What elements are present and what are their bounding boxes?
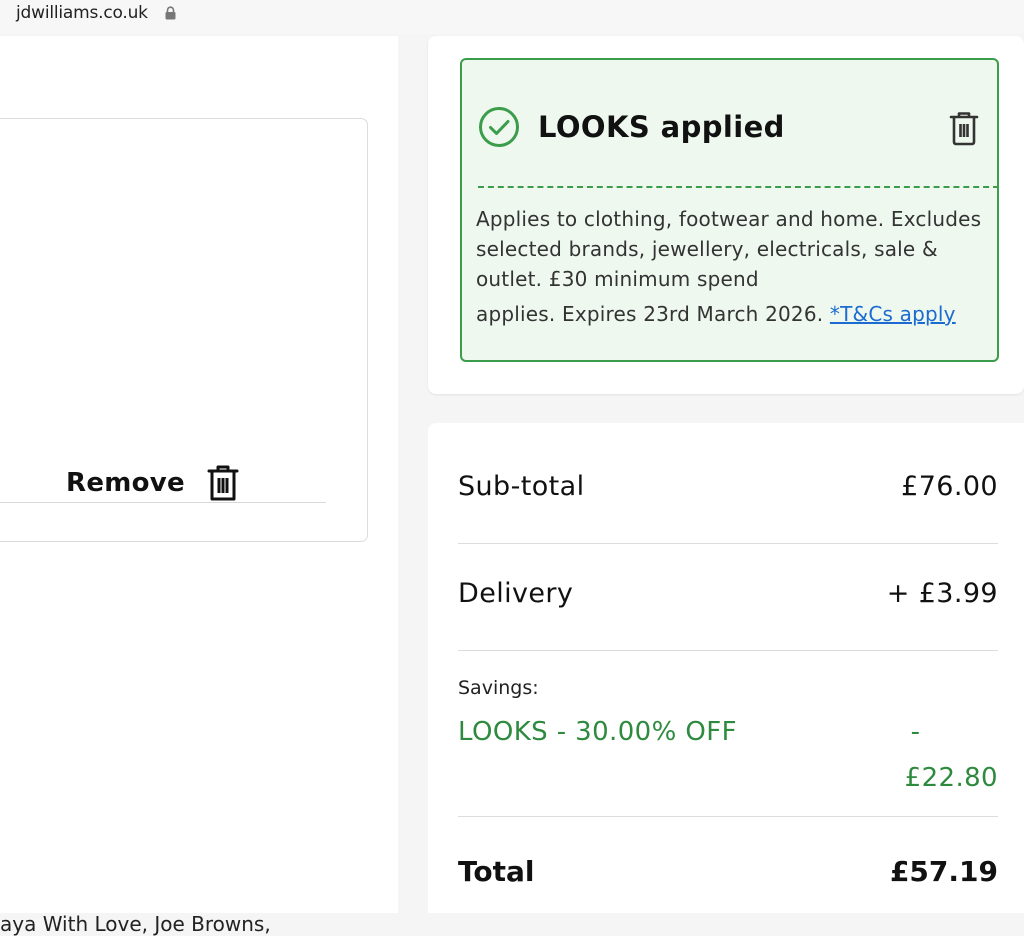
remove-item-button[interactable]: Remove xyxy=(66,462,241,504)
total-label: Total xyxy=(458,855,535,888)
promo-divider xyxy=(478,186,999,188)
url-text[interactable]: jdwilliams.co.uk xyxy=(16,3,148,23)
delivery-value: + £3.99 xyxy=(886,578,998,609)
summary-divider xyxy=(458,650,998,651)
promo-description-tail: applies. Expires 23rd March 2026. *T&Cs … xyxy=(476,302,996,326)
lock-icon xyxy=(165,6,176,20)
remove-label: Remove xyxy=(66,468,185,498)
terms-link[interactable]: *T&Cs apply xyxy=(830,302,956,326)
savings-sign: - xyxy=(910,717,920,747)
check-circle-icon xyxy=(479,107,519,147)
total-value: £57.19 xyxy=(889,855,998,888)
savings-label: Savings: xyxy=(458,677,539,699)
subtotal-label: Sub-total xyxy=(458,471,585,502)
savings-promo-name: LOOKS - 30.00% OFF xyxy=(458,717,737,747)
trash-icon xyxy=(207,465,239,501)
subtotal-value: £76.00 xyxy=(901,471,998,502)
trash-icon[interactable] xyxy=(948,110,980,146)
delivery-label: Delivery xyxy=(458,578,574,609)
promo-title: LOOKS applied xyxy=(538,110,785,144)
promo-expiry-text: applies. Expires 23rd March 2026. xyxy=(476,302,824,326)
promo-description: Applies to clothing, footwear and home. … xyxy=(476,207,982,291)
promo-applied-box: LOOKS applied Applies to clothing, footw… xyxy=(460,58,999,362)
order-summary: Sub-total £76.00 Delivery + £3.99 Saving… xyxy=(428,423,1024,913)
promo-brands-text: aya With Love, Joe Browns, xyxy=(0,912,271,936)
summary-divider xyxy=(458,543,998,544)
savings-value: £22.80 xyxy=(904,763,998,793)
browser-address-bar[interactable]: jdwilliams.co.uk xyxy=(0,0,1024,34)
cart-items-column: Remove aya With Love, Joe Browns, xyxy=(0,36,398,936)
summary-divider xyxy=(458,816,998,817)
